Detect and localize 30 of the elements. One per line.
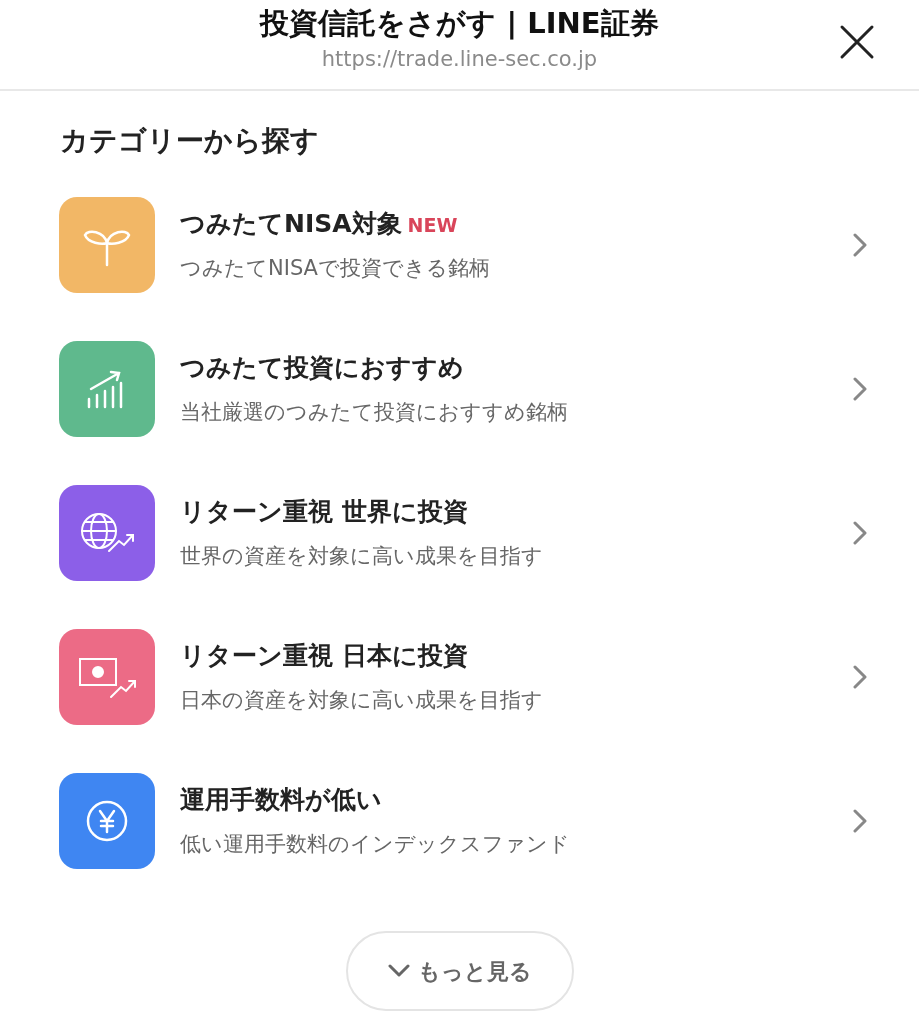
close-icon [839,24,875,60]
category-title: つみたて投資におすすめ [180,352,464,384]
new-label: NEW [407,213,458,238]
chevron-right-icon [853,665,867,689]
globe-trend-icon [79,511,135,555]
category-description: 当社厳選のつみたて投資におすすめ銘柄 [180,399,569,426]
category-description: つみたてNISAで投資できる銘柄 [180,255,491,282]
category-item[interactable]: リターン重視 世界に投資 世界の資産を対象に高い成果を目指す [0,485,919,581]
category-item[interactable]: つみたてNISA対象 NEW つみたてNISAで投資できる銘柄 [0,197,919,293]
chevron-right-icon [853,233,867,257]
category-item[interactable]: リターン重視 日本に投資 日本の資産を対象に高い成果を目指す [0,629,919,725]
category-item[interactable]: つみたて投資におすすめ 当社厳選のつみたて投資におすすめ銘柄 [0,341,919,437]
category-description: 低い運用手数料のインデックスファンド [180,831,571,858]
chevron-down-icon [387,964,410,978]
chevron-right-icon [853,521,867,545]
page-title: 投資信託をさがす | LINE証券 [260,5,659,42]
category-description: 世界の資産を対象に高い成果を目指す [180,543,544,570]
chevron-right-icon [853,377,867,401]
section-title: カテゴリーから探す [60,123,320,159]
flag-trend-icon [77,655,137,699]
category-title: 運用手数料が低い [180,784,382,816]
show-more-button[interactable]: もっと見る [345,931,574,1011]
category-item[interactable]: 運用手数料が低い 低い運用手数料のインデックスファンド [0,773,919,869]
category-title: リターン重視 世界に投資 [180,496,468,528]
chevron-right-icon [853,809,867,833]
category-description: 日本の資産を対象に高い成果を目指す [180,687,544,714]
page-url: https://trade.line-sec.co.jp [321,46,598,73]
yen-coin-icon [85,799,129,843]
category-title: つみたてNISA対象 [180,208,402,240]
category-title: リターン重視 日本に投資 [180,640,468,672]
